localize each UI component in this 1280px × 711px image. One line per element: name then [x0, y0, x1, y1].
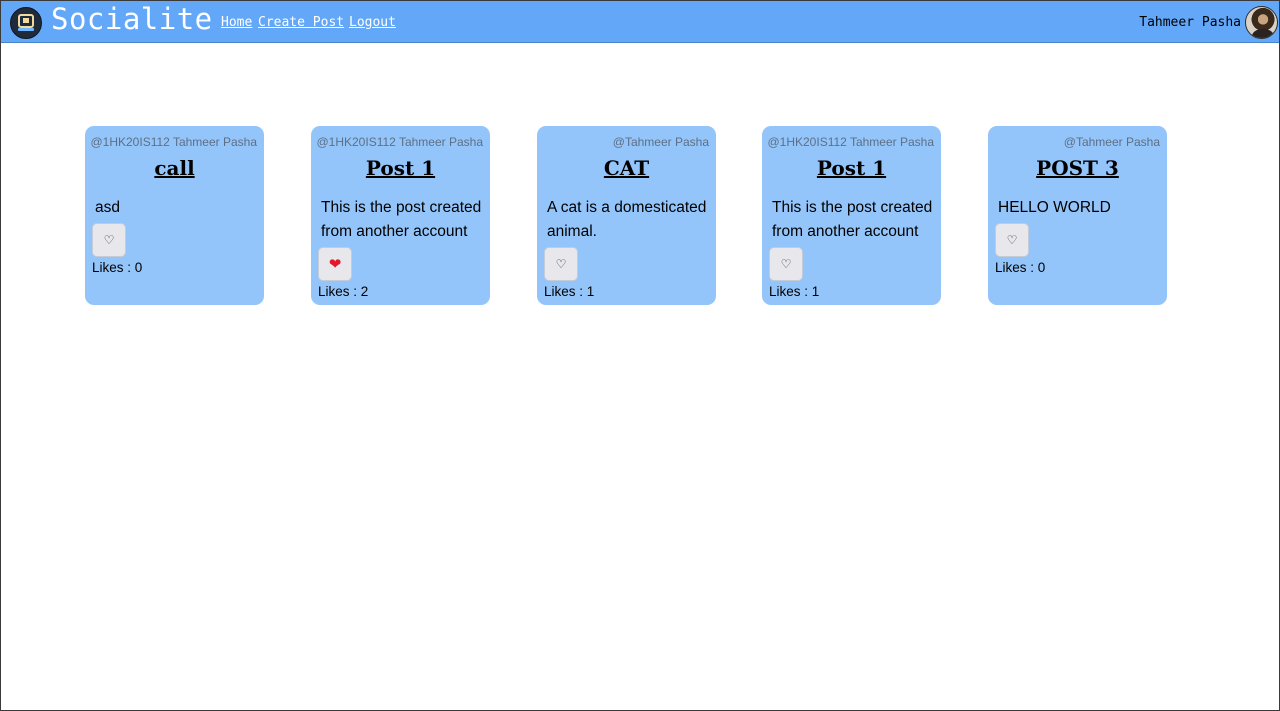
like-button[interactable]: ❤ — [318, 247, 352, 281]
post-title[interactable]: Post 1 — [311, 156, 490, 180]
post-author: @1HK20IS112 Tahmeer Pasha — [316, 135, 483, 149]
post-author: @1HK20IS112 Tahmeer Pasha — [767, 135, 934, 149]
post-card: @1HK20IS112 Tahmeer Pasha Post 1 This is… — [311, 126, 490, 305]
likes-count: Likes : 1 — [769, 284, 820, 299]
like-button[interactable]: ♡ — [544, 247, 578, 281]
current-user-name: Tahmeer Pasha — [1139, 15, 1241, 30]
post-body: This is the post created from another ac… — [772, 199, 933, 240]
post-body: asd — [95, 199, 120, 216]
likes-count: Likes : 0 — [995, 260, 1046, 275]
socialite-logo-icon[interactable] — [10, 7, 42, 39]
nav-link-logout[interactable]: Logout — [349, 15, 396, 30]
post-title[interactable]: Post 1 — [762, 156, 941, 180]
post-card: @1HK20IS112 Tahmeer Pasha Post 1 This is… — [762, 126, 941, 305]
likes-count: Likes : 1 — [544, 284, 595, 299]
like-button[interactable]: ♡ — [769, 247, 803, 281]
post-card: @1HK20IS112 Tahmeer Pasha call asd ♡ Lik… — [85, 126, 264, 305]
likes-count: Likes : 2 — [318, 284, 369, 299]
nav-link-home[interactable]: Home — [221, 15, 252, 30]
heart-filled-icon: ❤ — [328, 255, 342, 273]
heart-outline-icon: ♡ — [1006, 233, 1018, 247]
post-card: @Tahmeer Pasha CAT A cat is a domesticat… — [537, 126, 716, 305]
post-body: A cat is a domesticated animal. — [547, 199, 707, 240]
user-avatar[interactable] — [1245, 6, 1278, 39]
like-button[interactable]: ♡ — [995, 223, 1029, 257]
heart-outline-icon: ♡ — [780, 257, 792, 271]
post-body: This is the post created from another ac… — [321, 199, 482, 240]
like-button[interactable]: ♡ — [92, 223, 126, 257]
nav-link-create-post[interactable]: Create Post — [258, 15, 344, 30]
post-body: HELLO WORLD — [998, 199, 1111, 216]
post-title[interactable]: call — [85, 156, 264, 180]
top-navbar: Socialite Home Create Post Logout Tahmee… — [1, 0, 1279, 43]
post-title[interactable]: CAT — [537, 156, 716, 180]
post-title[interactable]: POST 3 — [988, 156, 1167, 180]
heart-outline-icon: ♡ — [555, 257, 567, 271]
likes-count: Likes : 0 — [92, 260, 143, 275]
post-author: @Tahmeer Pasha — [612, 135, 709, 149]
brand-title[interactable]: Socialite — [51, 2, 213, 36]
heart-outline-icon: ♡ — [103, 233, 115, 247]
post-author: @Tahmeer Pasha — [1063, 135, 1160, 149]
avatar-figure — [1252, 29, 1274, 38]
post-author: @1HK20IS112 Tahmeer Pasha — [90, 135, 257, 149]
post-card: @Tahmeer Pasha POST 3 HELLO WORLD ♡ Like… — [988, 126, 1167, 305]
